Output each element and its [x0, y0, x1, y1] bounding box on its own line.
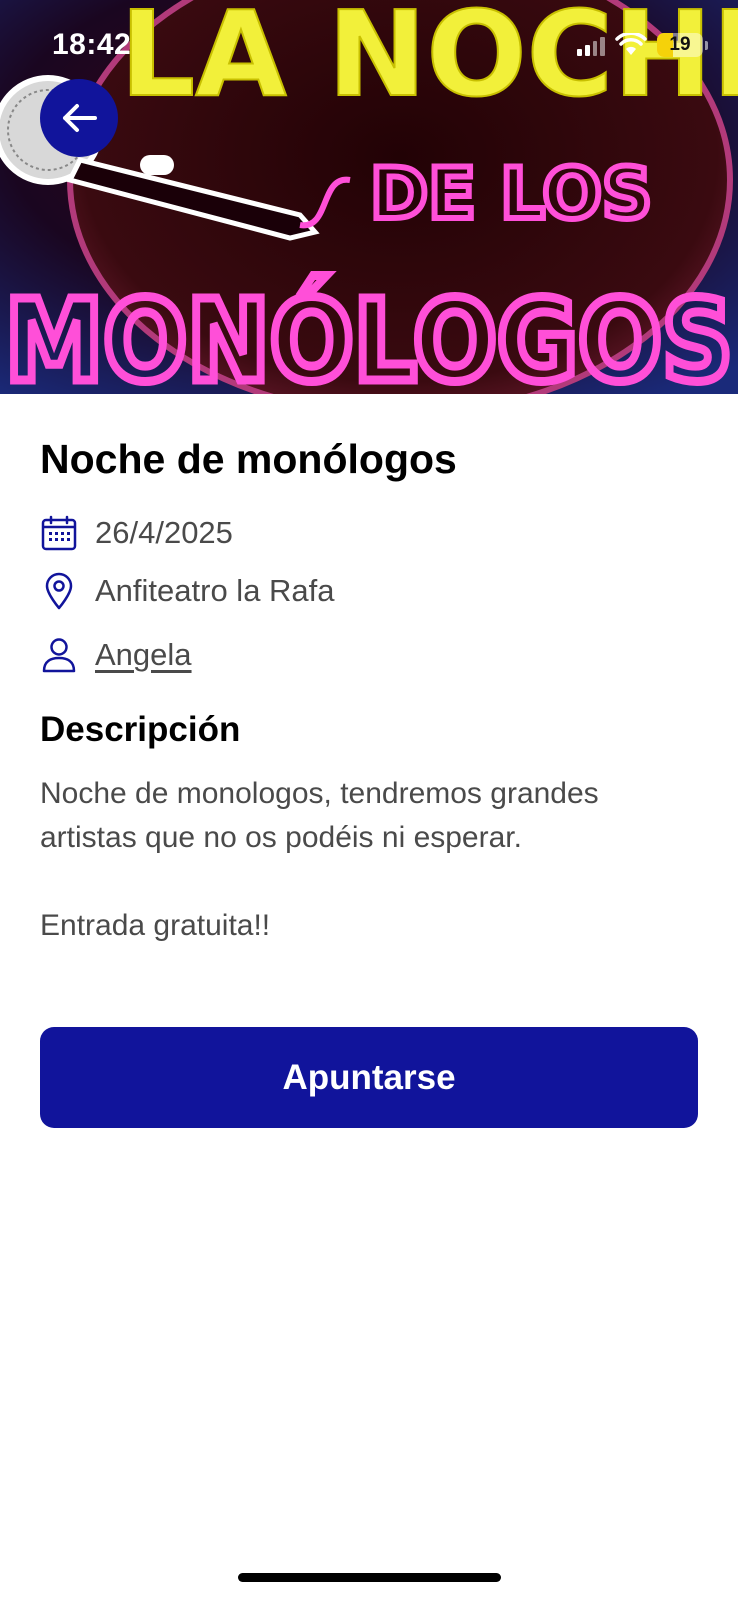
event-date-row: 26/4/2025	[40, 514, 233, 552]
organizer-link[interactable]: Angela	[95, 637, 192, 673]
event-location: Anfiteatro la Rafa	[95, 573, 335, 608]
user-icon	[40, 636, 78, 674]
battery-tip	[705, 40, 708, 50]
event-title: Noche de monólogos	[40, 436, 457, 482]
battery-level-text: 19	[669, 34, 691, 55]
status-time: 18:42	[52, 28, 132, 61]
event-date: 26/4/2025	[95, 515, 233, 550]
calendar-icon	[40, 514, 78, 552]
event-organizer-row: Angela	[40, 636, 192, 674]
cellular-signal-icon	[577, 34, 605, 56]
poster-line-2: DE LOS	[370, 153, 652, 235]
status-bar: 18:42 19	[0, 0, 738, 90]
home-indicator[interactable]	[238, 1573, 501, 1582]
wifi-icon	[615, 33, 647, 55]
back-button[interactable]	[40, 79, 118, 157]
join-button[interactable]: Apuntarse	[40, 1027, 698, 1128]
location-pin-icon	[40, 572, 78, 610]
battery-icon: 19	[657, 33, 703, 57]
arrow-left-icon	[63, 104, 97, 132]
event-location-row: Anfiteatro la Rafa	[40, 572, 335, 610]
description-text: Noche de monologos, tendremos grandes ar…	[40, 777, 599, 942]
description-heading: Descripción	[40, 710, 241, 749]
poster-line-3: MONÓLOGOS	[5, 276, 733, 394]
status-indicators: 19	[577, 30, 708, 60]
